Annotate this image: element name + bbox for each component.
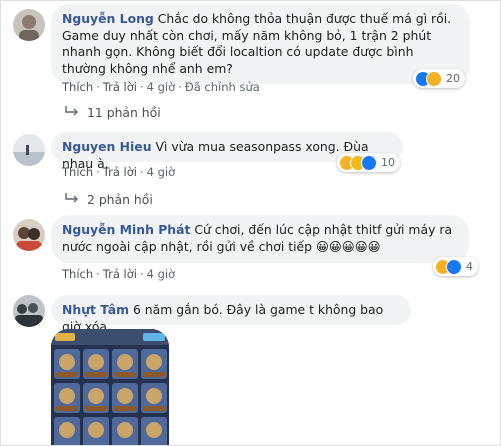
reply-link[interactable]: Trả lời [103, 267, 137, 281]
reaction-count: 4 [466, 260, 473, 273]
view-replies-link[interactable]: 2 phản hồi [64, 192, 153, 207]
avatar[interactable] [13, 9, 45, 41]
reply-arrow-icon [64, 192, 80, 207]
comment-author[interactable]: Nguyen Hieu [62, 139, 152, 154]
like-link[interactable]: Thích [62, 267, 93, 281]
reaction-summary[interactable]: 10 [337, 153, 400, 172]
comment-actions: Thích · Trả lời · 4 giờ [62, 165, 176, 179]
reaction-summary[interactable]: 4 [433, 257, 478, 276]
comment-actions: Thích · Trả lời · 4 giờ [62, 267, 176, 281]
comment-bubble: Nguyễn Long Chắc do không thỏa thuận đượ… [51, 4, 470, 84]
timestamp[interactable]: 4 giờ [147, 165, 176, 179]
like-link[interactable]: Thích [62, 165, 93, 179]
like-link[interactable]: Thích [62, 80, 93, 94]
like-icon [446, 258, 462, 275]
view-replies-link[interactable]: 11 phản hồi [64, 105, 161, 120]
replies-count: 11 phản hồi [87, 105, 161, 120]
reaction-count: 20 [446, 72, 460, 85]
timestamp[interactable]: 4 giờ [147, 80, 176, 94]
comment-author[interactable]: Nhựt Tâm [62, 302, 129, 317]
comment-bubble: Nguyễn Minh Phát Cứ chơi, đến lúc cập nh… [51, 215, 469, 263]
edited-label[interactable]: Đã chỉnh sửa [185, 80, 260, 94]
reply-link[interactable]: Trả lời [103, 165, 137, 179]
like-icon [361, 154, 377, 171]
comment-author[interactable]: Nguyễn Minh Phát [62, 222, 190, 237]
reaction-summary[interactable]: 20 [413, 69, 465, 88]
avatar[interactable] [13, 295, 45, 327]
attached-game-screenshot[interactable] [51, 329, 169, 445]
avatar[interactable] [13, 134, 45, 166]
avatar[interactable] [13, 219, 45, 251]
replies-count: 2 phản hồi [87, 192, 153, 207]
sad-icon [426, 70, 442, 87]
comment-author[interactable]: Nguyễn Long [62, 11, 154, 26]
reply-arrow-icon [64, 105, 80, 120]
reply-link[interactable]: Trả lời [103, 80, 137, 94]
comment-bubble: Nhựt Tâm 6 năm gắn bó. Đây là game t khô… [51, 295, 411, 334]
reaction-count: 10 [381, 156, 395, 169]
timestamp[interactable]: 4 giờ [147, 267, 176, 281]
comments-panel: Nguyễn Long Chắc do không thỏa thuận đượ… [0, 0, 501, 446]
comment-actions: Thích · Trả lời · 4 giờ · Đã chỉnh sửa [62, 80, 260, 94]
